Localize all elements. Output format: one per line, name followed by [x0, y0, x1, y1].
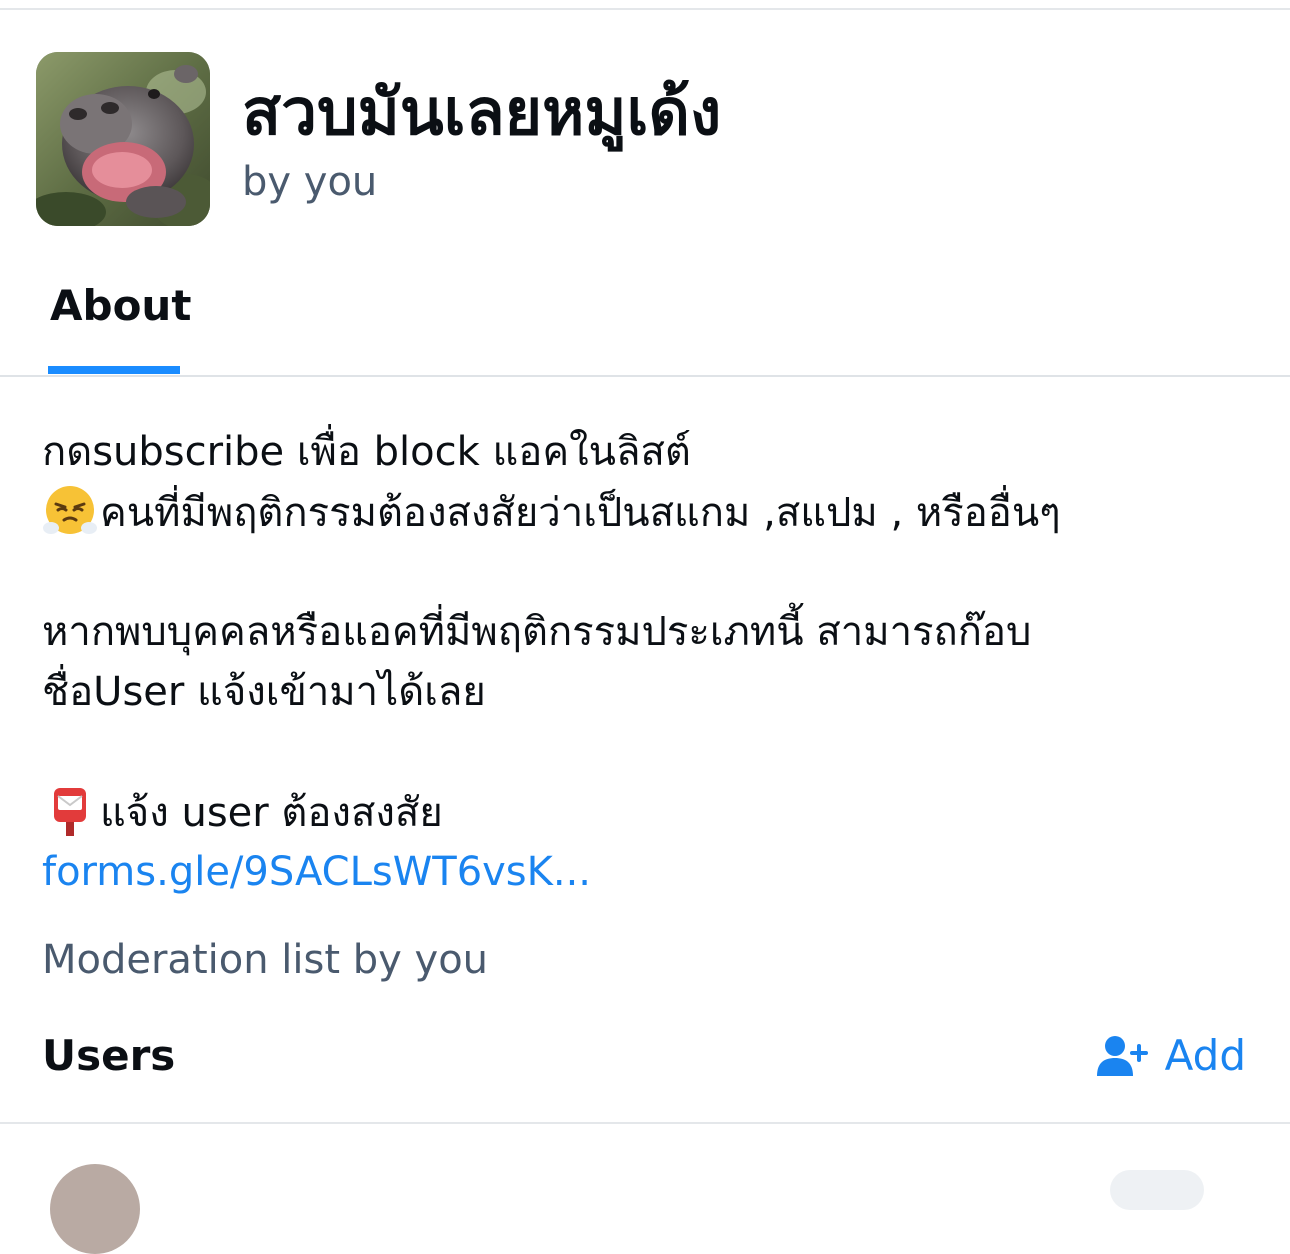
postbox-emoji-icon [54, 788, 86, 836]
hippo-avatar-image [36, 52, 210, 226]
moderation-list-label: Moderation list by you [42, 937, 489, 983]
list-description: กดsubscribe เพื่อ block แอคในลิสต์ คนที่… [42, 422, 1242, 902]
tab-bar: About [0, 270, 1290, 377]
users-heading: Users [42, 1031, 176, 1080]
tab-about-label: About [50, 281, 192, 330]
face-with-steam-emoji-icon [43, 486, 97, 534]
description-line-text: แจ้ง user ต้องสงสัย [100, 790, 443, 836]
description-link[interactable]: forms.gle/9SACLsWT6vsK... [42, 849, 591, 895]
section-divider [0, 1122, 1290, 1124]
description-line: หากพบบุคคลหรือแอคที่มีพฤติกรรมประเภทนี้ … [42, 609, 1032, 655]
tab-about[interactable]: About [48, 270, 191, 374]
description-line: แจ้ง user ต้องสงสัย [42, 782, 1242, 842]
add-user-label: Add [1164, 1031, 1246, 1080]
user-avatar[interactable] [50, 1164, 140, 1254]
description-line: ชื่อUser แจ้งเข้ามาได้เลย [42, 669, 486, 715]
top-divider [0, 8, 1290, 10]
description-line: forms.gle/9SACLsWT6vsK... [42, 842, 1242, 902]
list-header: สวบมันเลยหมูเด้ง by you [36, 52, 721, 226]
list-header-text: สวบมันเลยหมูเด้ง by you [242, 70, 721, 208]
list-avatar[interactable] [36, 52, 210, 226]
description-line: กดsubscribe เพื่อ block แอคในลิสต์ [42, 429, 691, 475]
description-line-text: คนที่มีพฤติกรรมต้องสงสัยว่าเป็นสแกม ,สแป… [100, 490, 1061, 536]
add-user-button[interactable]: Add [1096, 1028, 1246, 1084]
user-row-button[interactable] [1110, 1170, 1204, 1210]
add-user-icon [1096, 1036, 1148, 1076]
list-byline: by you [242, 159, 378, 205]
list-title: สวบมันเลยหมูเด้ง [242, 76, 722, 150]
description-line: คนที่มีพฤติกรรมต้องสงสัยว่าเป็นสแกม ,สแป… [42, 482, 1242, 542]
tab-active-indicator [48, 366, 180, 374]
